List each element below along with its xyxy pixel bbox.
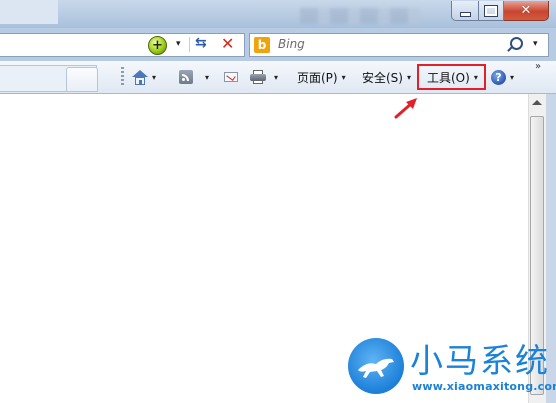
watermark-url: www.xiaomaxitong.com <box>412 380 556 393</box>
print-dropdown-icon[interactable]: ▾ <box>274 73 278 82</box>
rss-feed-icon <box>179 70 193 84</box>
search-box[interactable]: b Bing ▾ <box>249 33 549 57</box>
more-commands-icon[interactable]: » <box>535 61 541 72</box>
stop-icon[interactable]: ✕ <box>221 34 234 53</box>
scroll-up-icon[interactable] <box>532 100 542 105</box>
address-bar[interactable]: + ▾ ⇆ ✕ <box>0 33 245 57</box>
title-bar: ✕ <box>0 0 556 28</box>
home-dropdown-icon[interactable]: ▾ <box>152 73 156 82</box>
page-menu-button[interactable]: 页面(P) ▾ <box>297 67 346 87</box>
page-menu-label: 页面(P) <box>297 70 338 85</box>
help-icon: ? <box>491 69 506 85</box>
close-button[interactable]: ✕ <box>504 1 549 21</box>
help-dropdown-icon: ▾ <box>510 72 515 82</box>
refresh-icon[interactable]: ⇆ <box>195 35 207 51</box>
tools-highlight-box <box>417 64 486 90</box>
title-blur-text <box>300 8 420 24</box>
feeds-button[interactable]: ▾ <box>179 67 209 87</box>
watermark: 小马系统 www.xiaomaxitong.com <box>348 338 556 403</box>
search-input-placeholder[interactable]: Bing <box>278 37 305 51</box>
home-icon <box>132 69 148 85</box>
minimize-icon <box>459 11 471 17</box>
title-blur-region <box>0 0 58 24</box>
safety-menu-button[interactable]: 安全(S) ▾ <box>362 67 411 87</box>
help-button[interactable]: ? ▾ <box>491 67 514 87</box>
maximize-icon <box>484 4 498 17</box>
window-controls: ✕ <box>451 1 549 21</box>
bing-logo-icon: b <box>254 37 270 53</box>
search-dropdown-icon[interactable]: ▾ <box>533 39 538 49</box>
feeds-dropdown-icon[interactable]: ▾ <box>205 73 209 82</box>
page-dropdown-icon: ▾ <box>341 72 346 82</box>
toolbar-grip[interactable] <box>121 67 124 87</box>
address-row: + ▾ ⇆ ✕ b Bing ▾ <box>0 28 556 61</box>
search-icon[interactable] <box>510 37 523 50</box>
new-tab-button[interactable] <box>66 67 98 92</box>
maximize-button[interactable] <box>479 1 504 21</box>
annotation-arrow-icon <box>394 98 417 119</box>
watermark-title: 小马系统 <box>410 341 550 380</box>
minimize-button[interactable] <box>451 1 479 21</box>
close-icon: ✕ <box>520 3 532 18</box>
print-button[interactable]: ▾ <box>250 67 278 87</box>
compatibility-view-icon[interactable]: + <box>148 36 167 55</box>
address-separator <box>189 37 190 52</box>
safety-dropdown-icon: ▾ <box>406 72 411 82</box>
address-dropdown-icon[interactable]: ▾ <box>176 39 181 49</box>
safety-menu-label: 安全(S) <box>362 70 403 85</box>
horse-logo-icon <box>348 338 404 394</box>
read-mail-button[interactable] <box>224 67 238 87</box>
printer-icon <box>250 70 266 84</box>
mail-icon <box>224 72 238 82</box>
home-button[interactable]: ▾ <box>132 67 156 87</box>
